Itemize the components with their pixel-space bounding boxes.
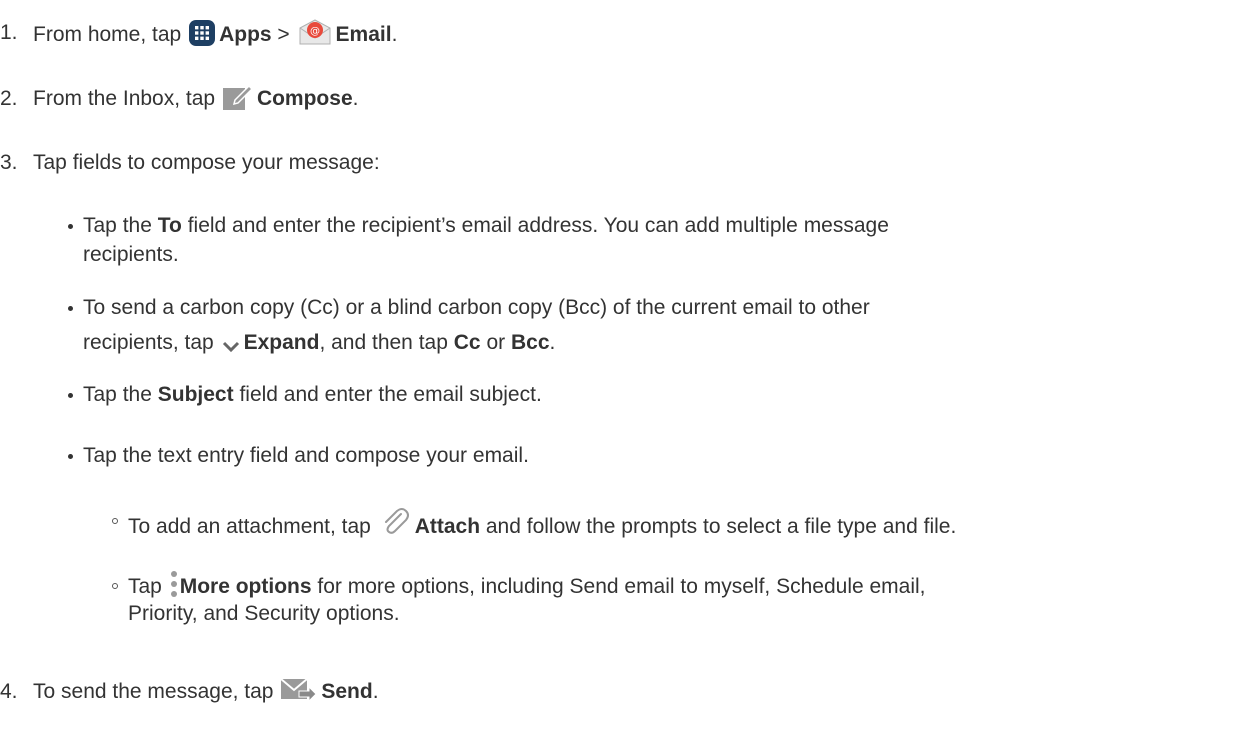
step-number: 1. bbox=[0, 21, 18, 44]
text: recipients. bbox=[83, 243, 179, 266]
text: Tap bbox=[128, 575, 162, 598]
instruction-page: { "steps": [ {"num": "1.", "t1": "From h… bbox=[0, 0, 1256, 738]
text: To send a carbon copy (Cc) or a blind ca… bbox=[83, 296, 870, 319]
text: , and then tap bbox=[319, 331, 448, 354]
punct: . bbox=[549, 331, 556, 354]
more-options-label: More options bbox=[179, 575, 312, 598]
separator: > bbox=[277, 23, 290, 46]
bullet-marker bbox=[68, 393, 73, 398]
apps-icon bbox=[189, 20, 216, 55]
step-text: From the Inbox, tap bbox=[33, 87, 216, 110]
apps-label: Apps bbox=[219, 23, 272, 46]
compose-label: Compose bbox=[256, 87, 353, 110]
cc-label: Cc bbox=[453, 331, 481, 354]
text: Tap the bbox=[83, 214, 152, 237]
text: field and enter the recipient’s email ad… bbox=[187, 214, 889, 237]
bullet-marker bbox=[68, 306, 73, 311]
expand-label: Expand bbox=[243, 331, 320, 354]
step-number: 2. bbox=[0, 87, 18, 110]
bullet-marker bbox=[68, 224, 73, 229]
step-text: Tap fields to compose your message: bbox=[33, 151, 380, 174]
email-label: Email bbox=[335, 23, 392, 46]
bullet-marker bbox=[68, 454, 73, 459]
text: To add an attachment, tap bbox=[128, 515, 371, 538]
to-label: To bbox=[157, 214, 182, 237]
email-icon: @ bbox=[298, 18, 332, 55]
text: Tap the bbox=[83, 383, 152, 406]
text: or bbox=[486, 331, 506, 354]
punct: . bbox=[372, 680, 379, 703]
step-text: To send the message, tap bbox=[33, 680, 274, 703]
svg-text:@: @ bbox=[310, 26, 320, 37]
send-label: Send bbox=[321, 680, 373, 703]
text: Priority, and Security options. bbox=[128, 602, 400, 625]
bcc-label: Bcc bbox=[510, 331, 550, 354]
expand-icon bbox=[222, 333, 240, 363]
punct: . bbox=[391, 23, 398, 46]
subbullet-marker bbox=[112, 583, 118, 589]
send-icon bbox=[280, 677, 318, 712]
text: field and enter the email subject. bbox=[239, 383, 542, 406]
step-text: From home, tap bbox=[33, 23, 182, 46]
text: and follow the prompts to select a file … bbox=[485, 515, 957, 538]
compose-icon bbox=[222, 84, 253, 119]
text: Tap the text entry field and compose you… bbox=[83, 444, 529, 467]
punct: . bbox=[352, 87, 359, 110]
step-number: 4. bbox=[0, 680, 18, 703]
subbullet-marker bbox=[112, 518, 118, 524]
subject-label: Subject bbox=[157, 383, 234, 406]
step-number: 3. bbox=[0, 151, 18, 174]
attach-icon bbox=[379, 506, 411, 547]
attach-label: Attach bbox=[414, 515, 481, 538]
text: for more options, including Send email t… bbox=[317, 575, 926, 598]
text: recipients, tap bbox=[83, 331, 214, 354]
